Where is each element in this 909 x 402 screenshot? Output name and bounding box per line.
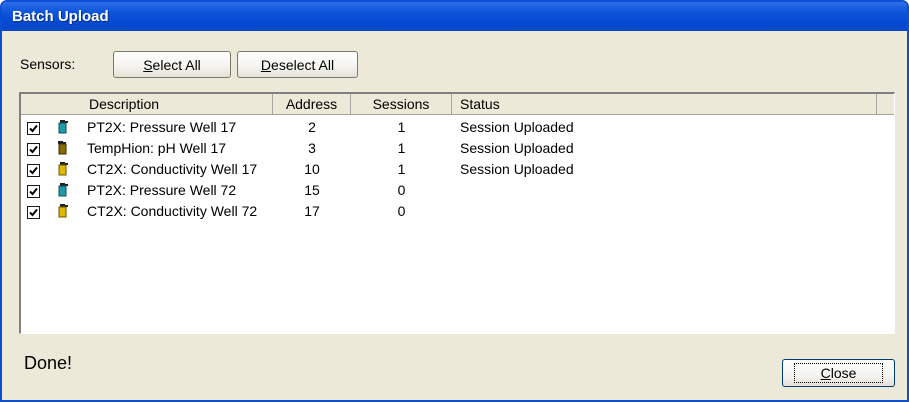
sensor-address: 3: [308, 140, 316, 156]
title-bar[interactable]: Batch Upload: [2, 2, 907, 31]
table-row[interactable]: CT2X: Conductivity Well 72 17 0: [21, 201, 894, 222]
table-row[interactable]: TempHion: pH Well 17 3 1 Session Uploade…: [21, 138, 894, 159]
sensor-address: 2: [308, 119, 316, 135]
close-label: lose: [830, 365, 857, 381]
close-button[interactable]: Close: [782, 359, 895, 387]
checkmark-icon: [29, 124, 38, 133]
pressure-sensor-icon: [58, 120, 68, 134]
conductivity-sensor-icon: [58, 162, 68, 176]
sensor-address: 17: [304, 203, 320, 219]
pressure-sensor-icon: [58, 183, 68, 197]
batch-upload-dialog: Batch Upload Sensors: Select All Deselec…: [0, 0, 909, 402]
sensors-label: Sensors:: [20, 56, 76, 72]
close-mnemonic: C: [820, 365, 831, 381]
table-row[interactable]: CT2X: Conductivity Well 17 10 1 Session …: [21, 159, 894, 180]
checkmark-icon: [29, 187, 38, 196]
sensor-sessions: 0: [397, 203, 406, 219]
column-header-sessions[interactable]: Sessions: [351, 94, 452, 115]
sensor-description: CT2X: Conductivity Well 17: [87, 161, 258, 177]
sensor-sessions: 0: [397, 182, 406, 198]
deselect-all-label: eselect All: [271, 56, 335, 73]
deselect-all-button[interactable]: Deselect All: [237, 51, 358, 78]
ph-sensor-icon: [58, 141, 67, 155]
conductivity-sensor-icon: [58, 204, 68, 218]
checkmark-icon: [29, 166, 38, 175]
sensor-sessions: 1: [397, 119, 406, 135]
sensor-status: Session Uploaded: [460, 140, 574, 156]
column-header-description[interactable]: Description: [21, 94, 273, 115]
list-header: Description Address Sessions Status: [21, 94, 894, 115]
table-row[interactable]: PT2X: Pressure Well 72 15 0: [21, 180, 894, 201]
close-button-focus: Close: [793, 363, 884, 383]
sensor-status: Session Uploaded: [460, 119, 574, 135]
select-all-mnemonic: S: [143, 56, 153, 73]
sensor-address: 15: [304, 182, 320, 198]
window-title: Batch Upload: [12, 8, 109, 25]
deselect-all-mnemonic: D: [260, 56, 272, 73]
sensor-description: PT2X: Pressure Well 72: [87, 182, 237, 198]
sensor-checkbox[interactable]: [27, 143, 40, 156]
column-header-address[interactable]: Address: [273, 94, 351, 115]
sensor-description: PT2X: Pressure Well 17: [87, 119, 237, 135]
sensor-checkbox[interactable]: [27, 122, 40, 135]
sensor-sessions: 1: [397, 161, 406, 177]
sensor-description: CT2X: Conductivity Well 72: [87, 203, 258, 219]
column-header-filler: [877, 94, 894, 115]
sensor-checkbox[interactable]: [27, 164, 40, 177]
sensor-list[interactable]: Description Address Sessions Status PT2X…: [19, 92, 895, 334]
select-all-label: elect All: [152, 56, 201, 73]
select-all-button[interactable]: Select All: [113, 51, 231, 78]
sensor-status: Session Uploaded: [460, 161, 574, 177]
sensor-description: TempHion: pH Well 17: [87, 140, 227, 156]
checkmark-icon: [29, 208, 38, 217]
table-row[interactable]: PT2X: Pressure Well 17 2 1 Session Uploa…: [21, 117, 894, 138]
sensor-toolbar: Sensors: Select All Deselect All: [2, 42, 907, 82]
sensor-checkbox[interactable]: [27, 185, 40, 198]
status-message: Done!: [24, 353, 73, 373]
column-header-status[interactable]: Status: [452, 94, 877, 115]
sensor-address: 10: [304, 161, 320, 177]
sensor-checkbox[interactable]: [27, 206, 40, 219]
checkmark-icon: [29, 145, 38, 154]
sensor-sessions: 1: [397, 140, 406, 156]
